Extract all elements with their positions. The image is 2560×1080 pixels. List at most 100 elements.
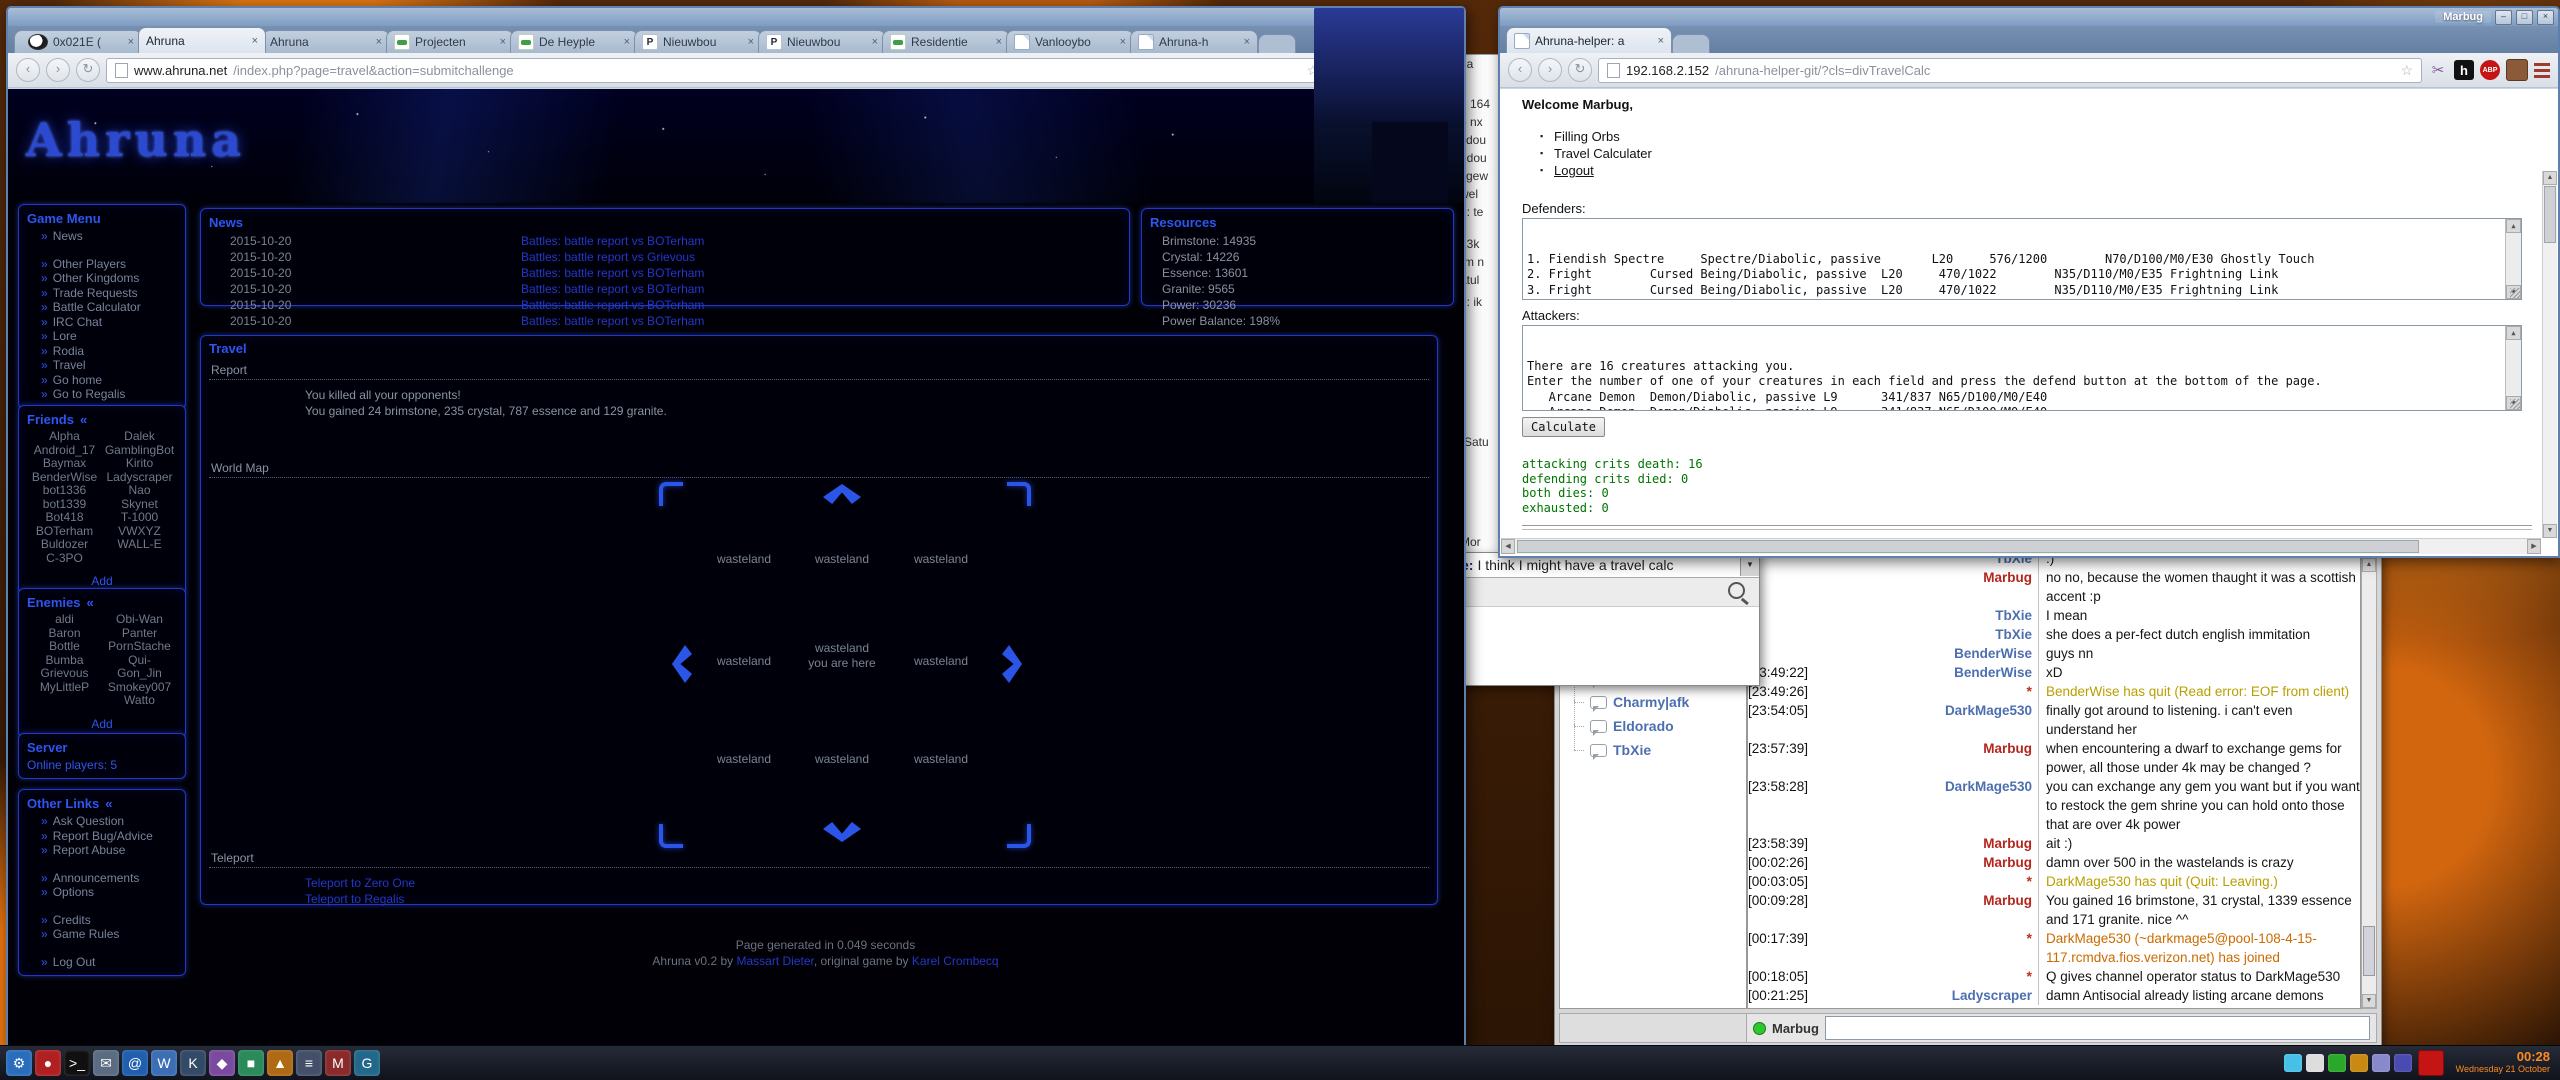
browser-tab[interactable]: Ahruna × — [138, 27, 266, 53]
irc-tree-item[interactable]: Eldorado — [1560, 714, 1746, 738]
add-friend-link[interactable]: Add — [27, 574, 177, 588]
news-link[interactable]: Battles: battle report vs BOTerham — [375, 297, 704, 313]
tray-icon[interactable] — [2372, 1054, 2390, 1072]
tray-icon[interactable] — [2306, 1054, 2324, 1072]
helper-vertical-scrollbar[interactable]: ▲ ▼ — [2542, 171, 2557, 538]
calculate-button[interactable]: Calculate — [1522, 417, 1605, 437]
news-link[interactable]: Battles: battle report vs BOTerham — [375, 313, 704, 329]
enemy-name[interactable]: Bumba — [27, 654, 102, 668]
taskbar-clock[interactable]: 00:28 Wednesday 21 October — [2456, 1051, 2554, 1075]
helper-horizontal-scrollbar[interactable]: ◀ ▶ — [1501, 538, 2541, 554]
enemy-name[interactable]: Smokey007 — [102, 681, 177, 695]
irc-nick[interactable]: TbXie — [1842, 606, 2032, 625]
helper-nav-link[interactable]: Travel Calculater — [1540, 145, 2558, 162]
tab-close-icon[interactable]: × — [1244, 36, 1250, 48]
minimize-button[interactable]: – — [2495, 10, 2512, 25]
browser-tab[interactable]: Residentie × — [882, 30, 1010, 53]
enemy-name[interactable]: Panter — [102, 627, 177, 641]
other-link-item[interactable]: »Announcements — [27, 871, 177, 886]
map-arrow-right-icon[interactable] — [1002, 645, 1022, 683]
address-bar[interactable]: 192.168.2.152 /ahruna-helper-git/?cls=di… — [1598, 58, 2422, 83]
friend-name[interactable]: Alpha — [27, 430, 102, 444]
irc-scrollbar[interactable]: ▲ ▼ — [2361, 557, 2377, 1009]
irc-nick[interactable]: BenderWise — [1842, 644, 2032, 663]
tab-close-icon[interactable]: × — [1658, 35, 1664, 47]
helper-nav-link[interactable]: Logout — [1540, 162, 2558, 179]
new-tab-button[interactable] — [1258, 34, 1296, 53]
friend-name[interactable]: bot1336 — [27, 484, 102, 498]
irc-nick[interactable]: * — [1842, 967, 2032, 986]
map-cell[interactable]: wasteland — [689, 752, 799, 767]
irc-tree-item[interactable]: TbXie — [1560, 738, 1746, 762]
tab-close-icon[interactable]: × — [128, 36, 134, 48]
irc-message-input[interactable] — [1825, 1016, 2370, 1040]
irc-nick[interactable]: Marbug — [1842, 834, 2032, 853]
helper-nav-link[interactable]: Filling Orbs — [1540, 128, 2558, 145]
map-cell[interactable]: wasteland — [886, 752, 996, 767]
tab-close-icon[interactable]: × — [252, 35, 258, 47]
launcher-icon[interactable]: @ — [122, 1050, 148, 1076]
enemy-name[interactable]: MyLittleP — [27, 681, 102, 695]
sidebar-menu-item[interactable]: »Go home — [27, 373, 177, 388]
add-enemy-link[interactable]: Add — [27, 717, 177, 731]
friend-name[interactable]: Buldozer — [27, 538, 102, 552]
map-cell[interactable]: wasteland — [689, 552, 799, 567]
resize-grip-icon[interactable] — [2510, 399, 2520, 409]
enemy-name[interactable]: Grievous — [27, 667, 102, 681]
irc-nick[interactable]: TbXie — [1842, 557, 2032, 568]
tab-close-icon[interactable]: × — [376, 36, 382, 48]
search-icon[interactable] — [1728, 582, 1745, 599]
teleport-link[interactable]: Teleport to Zero One — [305, 876, 415, 890]
author-link[interactable]: Massart Dieter — [736, 954, 813, 968]
map-arrow-down-icon[interactable] — [823, 822, 861, 842]
map-cell[interactable]: wasteland you are here — [787, 641, 897, 671]
scroll-down-arrow-icon[interactable]: ▼ — [2543, 524, 2557, 538]
attackers-scrollbar[interactable]: ▲ ▼ — [2505, 326, 2521, 410]
teleport-link[interactable]: Teleport to Regalis — [305, 892, 404, 906]
tab-close-icon[interactable]: × — [500, 36, 506, 48]
friend-name[interactable]: VWXYZ — [102, 525, 177, 539]
scroll-up-arrow-icon[interactable]: ▲ — [2543, 171, 2557, 185]
extension-icon[interactable]: ✂ — [2428, 60, 2448, 80]
sidebar-menu-item[interactable]: »Trade Requests — [27, 286, 177, 301]
collapse-icon[interactable]: « — [86, 595, 93, 610]
collapse-icon[interactable]: « — [105, 796, 112, 811]
map-cell[interactable]: wasteland — [787, 552, 897, 567]
forward-button[interactable]: › — [46, 58, 70, 82]
irc-tree-item[interactable]: Charmy|afk — [1560, 690, 1746, 714]
sidebar-menu-item[interactable]: »Rodia — [27, 344, 177, 359]
friend-name[interactable]: bot1339 — [27, 498, 102, 512]
tab-close-icon[interactable]: × — [748, 36, 754, 48]
enemy-name[interactable]: Baron — [27, 627, 102, 641]
launcher-icon[interactable]: W — [151, 1050, 177, 1076]
scroll-up-arrow-icon[interactable]: ▲ — [2362, 558, 2376, 572]
browser-tab[interactable]: Ahruna-h × — [1130, 30, 1258, 53]
other-link-item[interactable]: »Report Abuse — [27, 843, 177, 858]
media-extension-icon[interactable] — [2506, 59, 2528, 81]
friend-name[interactable]: Android_17 — [27, 444, 102, 458]
other-link-item[interactable]: »Credits — [27, 913, 177, 928]
friend-name[interactable]: Bot418 — [27, 511, 102, 525]
map-cell[interactable]: wasteland — [787, 752, 897, 767]
browser-tab[interactable]: Vanlooybo × — [1006, 30, 1134, 53]
irc-nick[interactable]: BenderWise — [1842, 663, 2032, 682]
scroll-down-arrow-icon[interactable]: ▼ — [2362, 994, 2376, 1008]
logout-tray-button[interactable] — [2418, 1050, 2444, 1076]
enemy-name[interactable]: Qui- — [102, 654, 177, 668]
tray-icon[interactable] — [2284, 1054, 2302, 1072]
browser-menu-icon[interactable] — [2534, 63, 2550, 78]
launcher-icon[interactable]: ⚙ — [6, 1050, 32, 1076]
defenders-scrollbar[interactable]: ▲ ▼ — [2505, 219, 2521, 299]
irc-nick[interactable]: Ladyscraper — [1842, 986, 2032, 1005]
irc-nick[interactable]: * — [1842, 872, 2032, 891]
browser-tab[interactable]: Projecten × — [386, 30, 514, 53]
sidebar-menu-item[interactable]: »Go to Regalis — [27, 387, 177, 402]
enemy-name[interactable]: Watto — [102, 694, 177, 708]
browser-tab[interactable]: Nieuwbou × — [758, 30, 886, 53]
irc-nick[interactable]: Marbug — [1842, 739, 2032, 777]
h-extension-icon[interactable]: h — [2454, 60, 2474, 80]
sidebar-menu-item[interactable]: »News — [27, 229, 177, 244]
launcher-icon[interactable]: K — [180, 1050, 206, 1076]
map-cell[interactable]: wasteland — [886, 552, 996, 567]
back-button[interactable]: ‹ — [16, 58, 40, 82]
